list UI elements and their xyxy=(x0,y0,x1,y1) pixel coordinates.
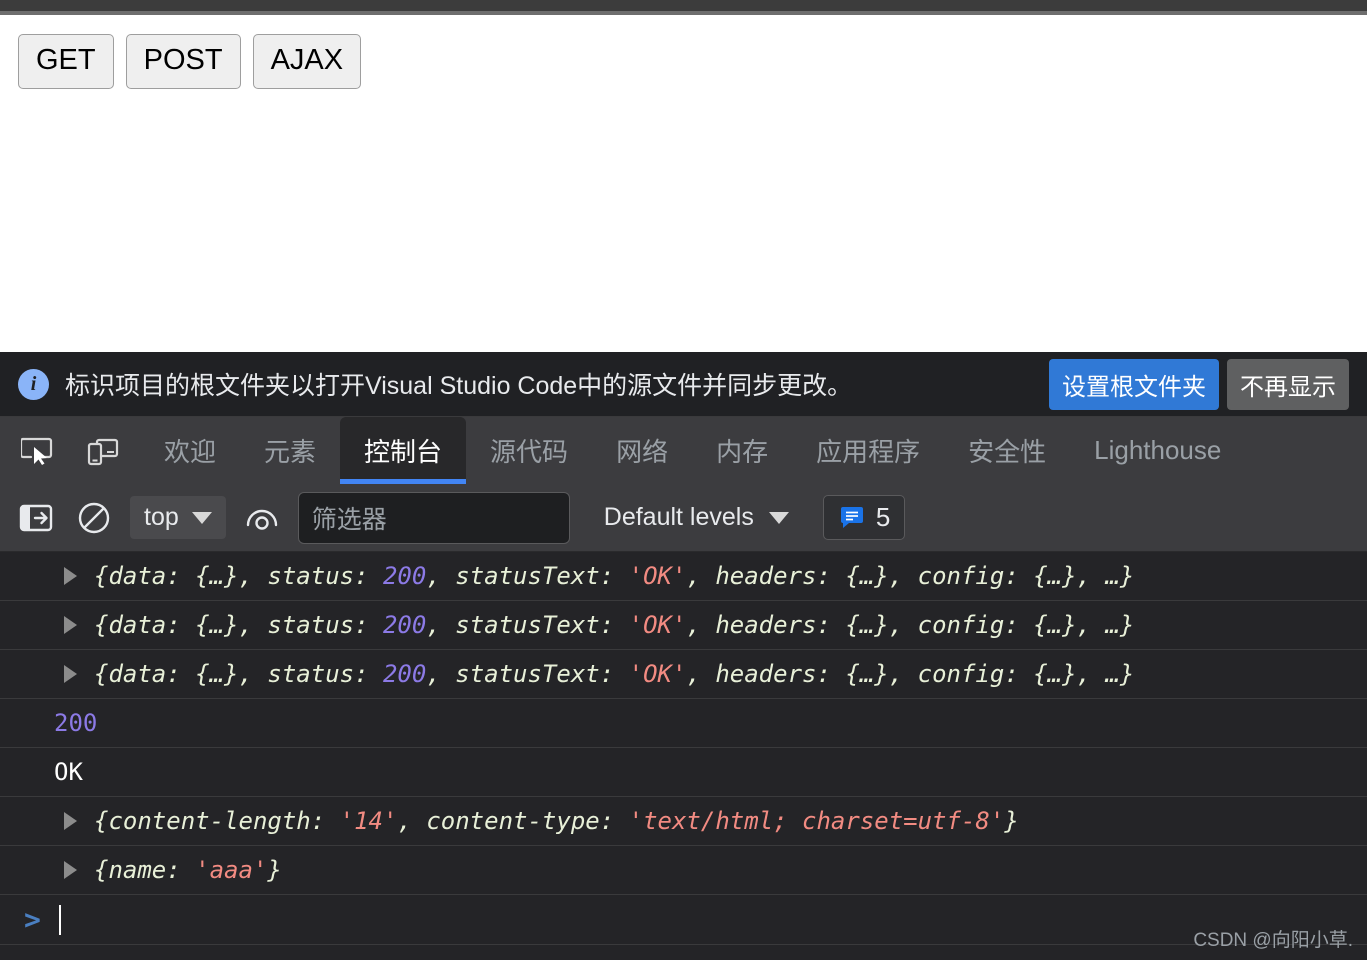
expand-triangle-icon[interactable] xyxy=(64,567,77,585)
expand-triangle-icon[interactable] xyxy=(64,665,77,683)
execution-context-selector[interactable]: top xyxy=(130,496,226,539)
page-viewport: GET POST AJAX xyxy=(0,15,1367,352)
info-icon: i xyxy=(18,368,49,400)
tab-security[interactable]: 安全性 xyxy=(944,417,1070,484)
log-row-response-1[interactable]: {data: {…}, status: 200, statusText: 'OK… xyxy=(0,552,1367,601)
devtools-panel: i 标识项目的根文件夹以打开Visual Studio Code中的源文件并同步… xyxy=(0,352,1367,960)
post-button[interactable]: POST xyxy=(125,34,241,89)
log-message-text: {data: {…}, status: 200, statusText: 'OK… xyxy=(94,562,1135,590)
log-row-response-3[interactable]: {data: {…}, status: 200, statusText: 'OK… xyxy=(0,650,1367,699)
log-message-text: {data: {…}, status: 200, statusText: 'OK… xyxy=(94,660,1135,688)
tab-console[interactable]: 控制台 xyxy=(340,417,467,484)
chevron-down-icon xyxy=(191,511,212,524)
devtools-tab-bar: 欢迎 元素 控制台 源代码 网络 内存 应用程序 安全性 Lighthouse xyxy=(0,417,1367,484)
expand-triangle-icon[interactable] xyxy=(64,616,77,634)
log-row-headers[interactable]: {content-length: '14', content-type: 'te… xyxy=(0,797,1367,846)
inspect-element-icon[interactable] xyxy=(18,431,58,471)
log-message-text: {data: {…}, status: 200, statusText: 'OK… xyxy=(94,611,1135,639)
console-toolbar: top 筛选器 Default levels 5 xyxy=(0,484,1367,552)
log-levels-label: Default levels xyxy=(603,503,754,531)
tab-sources[interactable]: 源代码 xyxy=(466,417,592,484)
request-buttons-group: GET POST AJAX xyxy=(18,34,362,89)
execution-context-label: top xyxy=(144,503,179,531)
tab-welcome[interactable]: 欢迎 xyxy=(140,417,240,484)
ajax-button[interactable]: AJAX xyxy=(252,34,362,89)
tab-application[interactable]: 应用程序 xyxy=(792,417,944,484)
devtools-tabs: 欢迎 元素 控制台 源代码 网络 内存 应用程序 安全性 Lighthouse xyxy=(140,417,1245,484)
set-root-folder-button[interactable]: 设置根文件夹 xyxy=(1049,358,1219,410)
get-button[interactable]: GET xyxy=(18,34,114,89)
console-prompt-row[interactable]: > xyxy=(0,895,1367,945)
log-row-data[interactable]: {name: 'aaa'} xyxy=(0,846,1367,895)
tab-lighthouse[interactable]: Lighthouse xyxy=(1070,417,1245,484)
log-message-text: OK xyxy=(54,758,83,786)
message-count-badge[interactable]: 5 xyxy=(822,495,906,540)
device-toolbar-icon[interactable] xyxy=(82,431,122,471)
expand-triangle-icon[interactable] xyxy=(64,861,77,879)
show-console-sidebar-icon[interactable] xyxy=(14,496,58,540)
text-cursor xyxy=(58,904,61,935)
log-row-status-code[interactable]: 200 xyxy=(0,699,1367,748)
message-bubble-icon xyxy=(840,506,863,528)
devtools-tab-icons xyxy=(10,417,140,484)
chevron-down-icon xyxy=(768,511,789,524)
csdn-watermark: CSDN @向阳小草. xyxy=(1193,930,1353,951)
live-expression-icon[interactable] xyxy=(240,496,284,540)
dont-show-again-button[interactable]: 不再显示 xyxy=(1227,358,1349,410)
banner-actions: 设置根文件夹 不再显示 xyxy=(1049,358,1349,410)
banner-message: 标识项目的根文件夹以打开Visual Studio Code中的源文件并同步更改… xyxy=(65,372,853,400)
console-filter-input[interactable]: 筛选器 xyxy=(297,491,570,544)
log-row-status-text[interactable]: OK xyxy=(0,748,1367,797)
tab-memory[interactable]: 内存 xyxy=(692,417,792,484)
log-message-text: {name: 'aaa'} xyxy=(94,856,282,884)
log-row-response-2[interactable]: {data: {…}, status: 200, statusText: 'OK… xyxy=(0,601,1367,650)
browser-chrome-bar xyxy=(0,0,1367,11)
prompt-chevron-icon: > xyxy=(24,903,41,936)
clear-console-icon[interactable] xyxy=(72,496,116,540)
tab-network[interactable]: 网络 xyxy=(592,417,692,484)
expand-triangle-icon[interactable] xyxy=(64,812,77,830)
log-message-text: 200 xyxy=(54,709,98,737)
console-messages-area: {data: {…}, status: 200, statusText: 'OK… xyxy=(0,552,1367,960)
message-count: 5 xyxy=(875,502,891,532)
log-levels-selector[interactable]: Default levels xyxy=(604,503,789,532)
log-message-text: {content-length: '14', content-type: 'te… xyxy=(94,807,1019,835)
tab-elements[interactable]: 元素 xyxy=(240,417,340,484)
vscode-notification-banner: i 标识项目的根文件夹以打开Visual Studio Code中的源文件并同步… xyxy=(0,352,1367,417)
